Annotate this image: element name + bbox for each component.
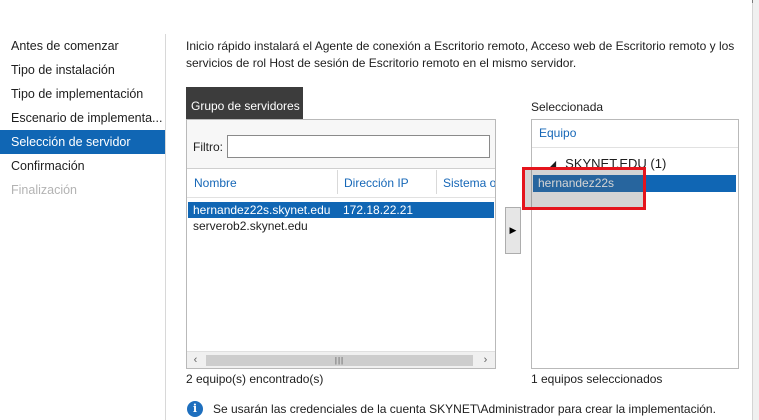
column-header-equipo[interactable]: Equipo — [532, 120, 738, 148]
row-name: hernandez22s.skynet.edu — [193, 203, 331, 217]
header-divider — [187, 197, 495, 198]
nav-step-antes-de-comenzar[interactable]: Antes de comenzar — [0, 34, 165, 58]
nav-divider — [165, 34, 166, 420]
column-separator[interactable] — [337, 170, 338, 194]
chevron-right-icon[interactable]: › — [477, 352, 494, 369]
nav-step-confirmacion[interactable]: Confirmación — [0, 154, 165, 178]
wizard-steps-nav: Antes de comenzar Tipo de instalación Ti… — [0, 34, 165, 202]
found-count: 2 equipo(s) encontrado(s) — [186, 372, 324, 386]
filter-label: Filtro: — [193, 140, 223, 154]
filter-input[interactable] — [227, 135, 490, 158]
column-header-os[interactable]: Sistema o — [443, 169, 495, 197]
scrollbar-thumb[interactable]: ||| — [206, 355, 473, 366]
table-row[interactable]: hernandez22s.skynet.edu 172.18.22.21 — [188, 202, 494, 218]
row-name: serverob2.skynet.edu — [193, 219, 308, 233]
intro-text: Inicio rápido instalará el Agente de con… — [186, 39, 735, 70]
chevron-left-icon[interactable]: ‹ — [187, 352, 204, 369]
column-header-name[interactable]: Nombre — [194, 169, 334, 197]
nav-step-seleccion-de-servidor[interactable]: Selección de servidor — [0, 130, 165, 154]
column-separator[interactable] — [436, 170, 437, 194]
nav-step-tipo-de-instalacion[interactable]: Tipo de instalación — [0, 58, 165, 82]
horizontal-scrollbar[interactable]: ‹ ||| › — [187, 351, 495, 368]
table-row[interactable]: serverob2.skynet.edu — [188, 218, 494, 234]
column-header-ip[interactable]: Dirección IP — [344, 169, 434, 197]
info-message: Se usarán las credenciales de la cuenta … — [213, 402, 716, 416]
add-server-button[interactable]: ▶ — [505, 207, 521, 254]
window-right-edge — [752, 0, 759, 420]
info-icon: i — [187, 401, 203, 417]
nav-step-finalizacion: Finalización — [11, 183, 78, 197]
server-pool-panel: Filtro: Nombre Dirección IP Sistema o he… — [186, 119, 496, 369]
selected-panel: Equipo ◢ SKYNET.EDU (1) hernandez22s — [531, 119, 739, 369]
arrow-right-icon: ▶ — [509, 225, 517, 235]
selected-count: 1 equipos seleccionados — [531, 372, 663, 386]
annotation-highlight-box — [522, 167, 646, 210]
row-ip: 172.18.22.21 — [343, 203, 414, 217]
edge-mark — [752, 0, 753, 3]
nav-step-tipo-de-implementacion[interactable]: Tipo de implementación — [0, 82, 165, 106]
tab-server-pool[interactable]: Grupo de servidores — [186, 87, 303, 119]
nav-step-escenario-de-implementacion[interactable]: Escenario de implementa... — [0, 106, 165, 130]
filter-bar: Filtro: — [187, 120, 495, 169]
selected-title: Seleccionada — [531, 100, 604, 114]
